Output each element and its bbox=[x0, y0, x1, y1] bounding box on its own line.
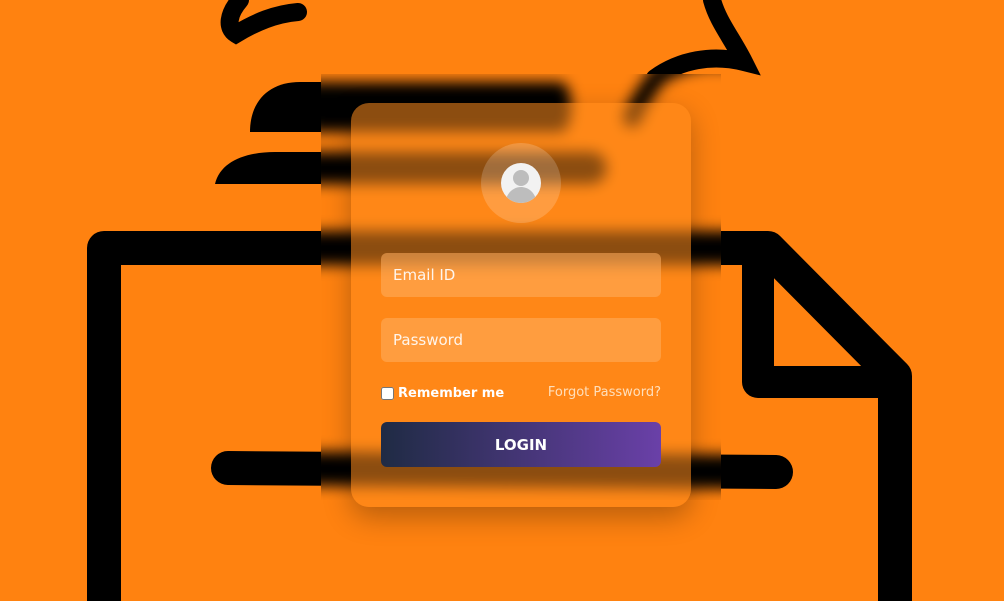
remember-me-checkbox[interactable] bbox=[381, 386, 394, 400]
password-field[interactable] bbox=[381, 318, 661, 362]
login-card: Remember me Forgot Password? LOGIN bbox=[351, 103, 691, 507]
avatar-frame bbox=[481, 143, 561, 223]
remember-me-label: Remember me bbox=[398, 385, 505, 401]
email-field[interactable] bbox=[381, 253, 661, 297]
forgot-password-link[interactable]: Forgot Password? bbox=[548, 385, 661, 400]
login-options-row: Remember me Forgot Password? bbox=[381, 383, 661, 403]
login-button[interactable]: LOGIN bbox=[381, 422, 661, 467]
user-avatar-icon bbox=[501, 163, 541, 203]
remember-me[interactable]: Remember me bbox=[381, 383, 504, 403]
